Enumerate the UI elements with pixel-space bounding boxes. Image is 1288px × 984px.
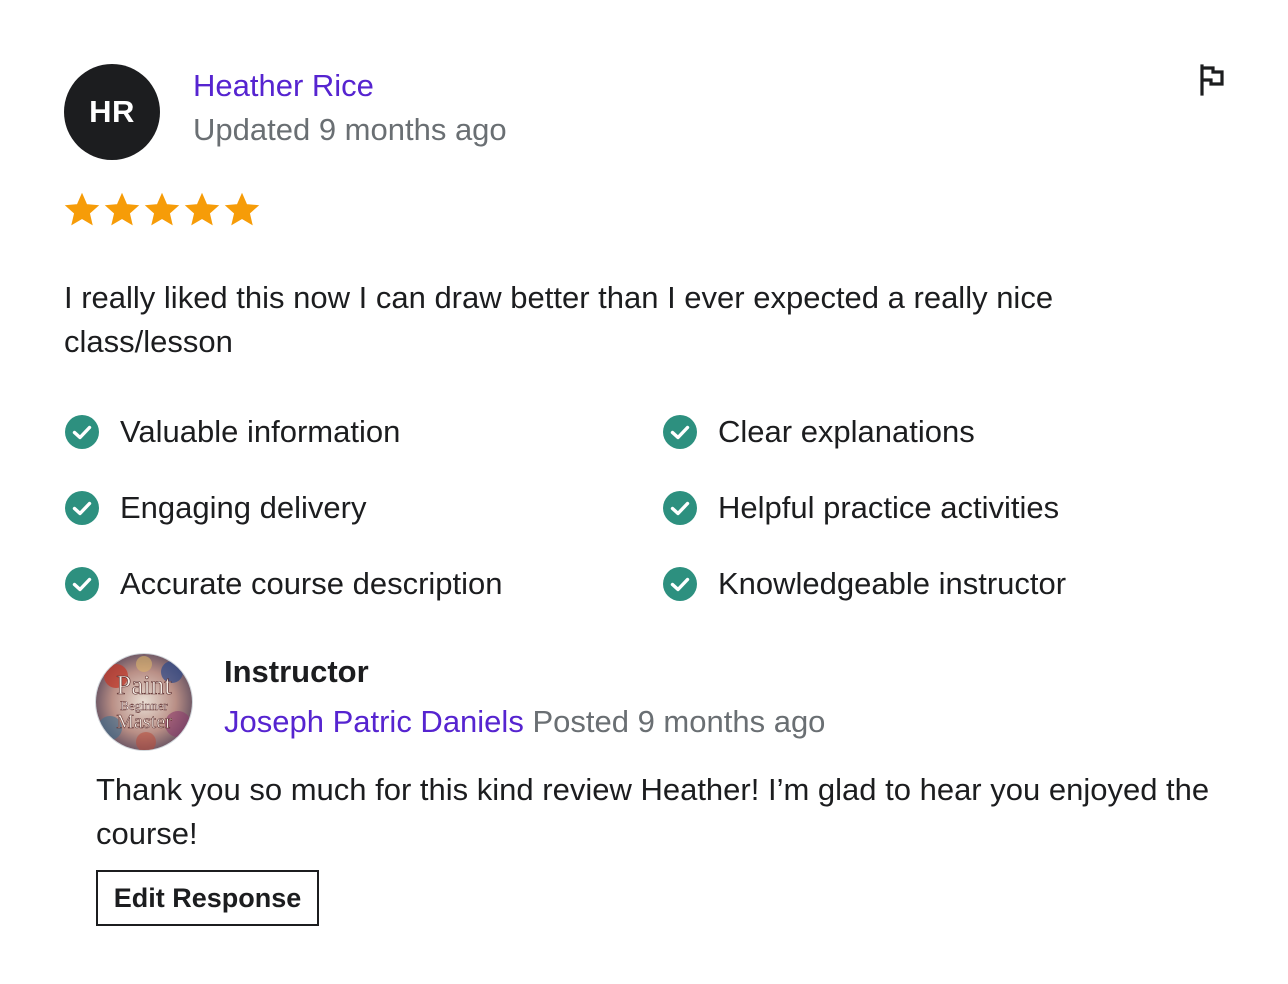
check-circle-icon [663, 415, 697, 449]
star-icon [224, 192, 260, 226]
feature-label: Helpful practice activities [718, 490, 1060, 525]
feature-label: Clear explanations [718, 414, 975, 449]
feature-item: Engaging delivery [64, 490, 366, 526]
instructor-response-text: Thank you so much for this kind review H… [96, 772, 1210, 851]
instructor-avatar: Paint Beginner Master [96, 654, 192, 750]
reviewer-name[interactable]: Heather Rice [193, 68, 374, 104]
logo-text-master: Master [116, 711, 172, 733]
star-rating [64, 192, 260, 228]
review-updated-time: Updated 9 months ago [193, 112, 507, 147]
response-posted-time: Posted 9 months ago [532, 704, 826, 739]
instructor-role-label: Instructor [224, 654, 369, 689]
review-text: I really liked this now I can draw bette… [64, 280, 1054, 359]
paint-beginner-master-logo: Paint Beginner Master [96, 654, 192, 750]
feature-label: Accurate course description [120, 566, 503, 601]
flag-icon [1200, 64, 1224, 96]
feature-item: Valuable information [64, 414, 400, 450]
feature-item: Accurate course description [64, 566, 503, 602]
feature-label: Valuable information [120, 414, 401, 449]
instructor-name[interactable]: Joseph Patric Daniels [224, 704, 524, 739]
star-icon [64, 192, 100, 226]
report-flag-button[interactable] [1193, 62, 1229, 98]
check-circle-icon [65, 567, 99, 601]
reviewer-avatar: HR [64, 64, 160, 160]
star-icon [144, 192, 180, 226]
check-circle-icon [65, 415, 99, 449]
feature-item: Clear explanations [662, 414, 975, 450]
feature-item: Knowledgeable instructor [662, 566, 1066, 602]
star-icon [184, 192, 220, 226]
avatar-initials: HR [89, 94, 135, 129]
check-circle-icon [663, 491, 697, 525]
edit-response-button[interactable]: Edit Response [96, 870, 319, 926]
check-circle-icon [65, 491, 99, 525]
check-circle-icon [663, 567, 697, 601]
star-icon [104, 192, 140, 226]
logo-text-paint: Paint [116, 670, 172, 700]
feature-item: Helpful practice activities [662, 490, 1059, 526]
feature-label: Engaging delivery [120, 490, 367, 525]
feature-label: Knowledgeable instructor [718, 566, 1067, 601]
instructor-byline: Joseph Patric Daniels Posted 9 months ag… [224, 704, 825, 740]
